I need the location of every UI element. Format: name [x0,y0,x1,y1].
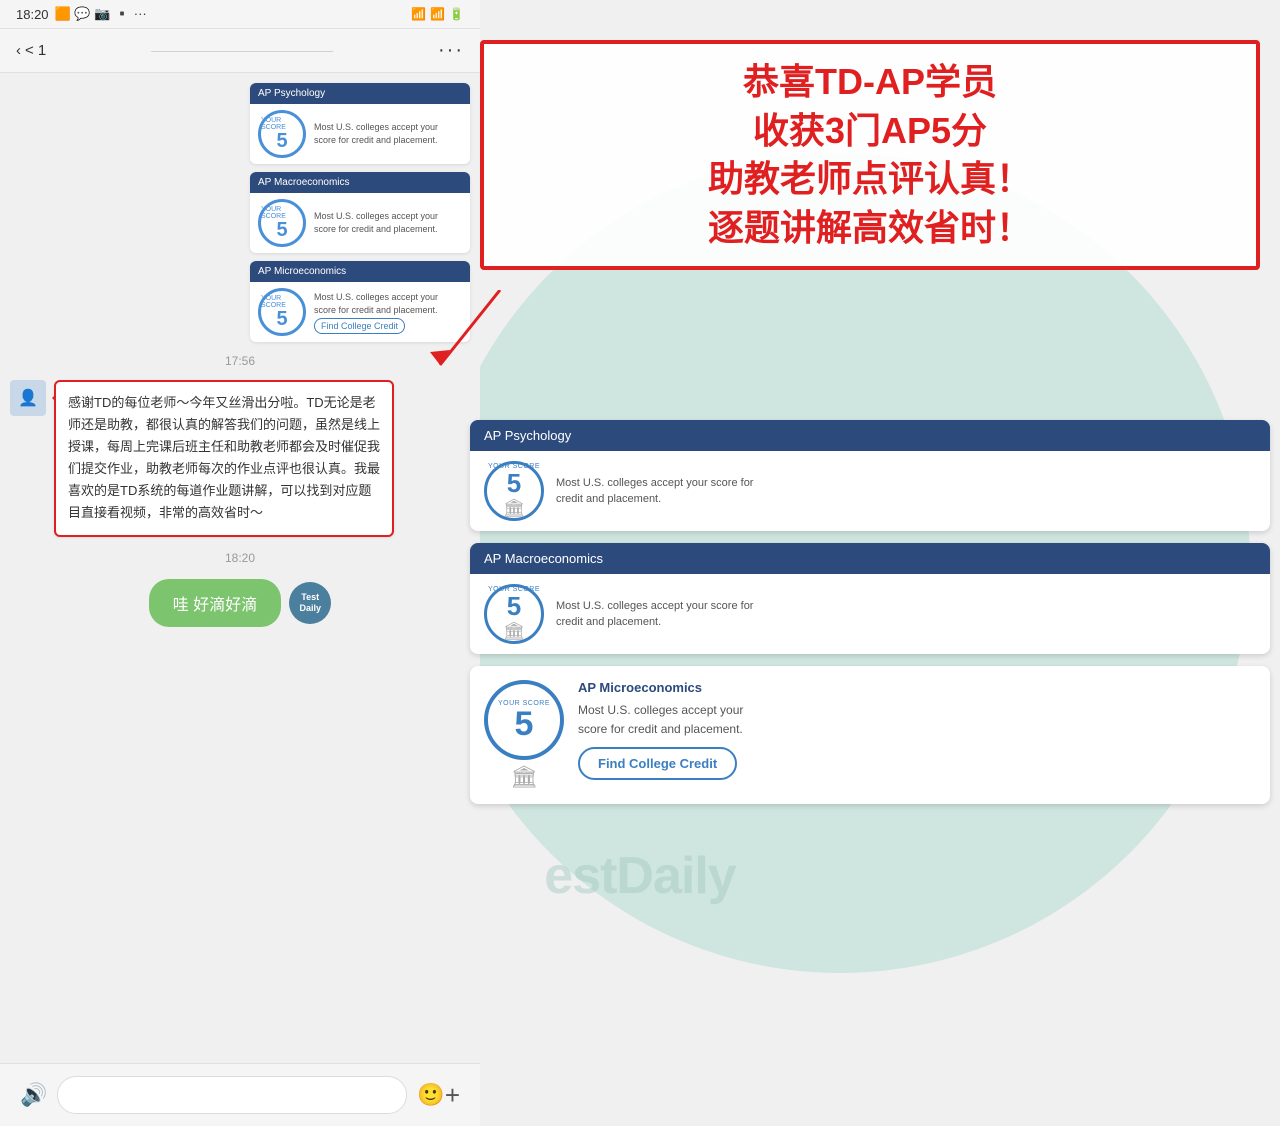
status-app-icons: 🟧 💬 📷 ▪️ ··· [55,6,147,22]
ap-micro-body: YOUR SCORE 5 Most U.S. colleges accept y… [250,282,470,342]
ap-macro-body: YOUR SCORE 5 Most U.S. colleges accept y… [250,193,470,253]
chat-content: AP Psychology YOUR SCORE 5 Most U.S. col… [0,73,480,1063]
announcement-line2: 收获3门AP5分 [502,107,1238,156]
score-number: 5 [276,131,287,151]
ap-card-header: AP Psychology [250,83,470,104]
watermark: estDaily [544,846,735,906]
phone-mockup: 18:20 🟧 💬 📷 ▪️ ··· 📶 📶 🔋 ‹ < 1 —————————… [0,0,480,1126]
score-num-macro: 5 [276,220,287,240]
nav-bar: ‹ < 1 —————————————— ··· [0,29,480,73]
message-bubble: 感谢TD的每位老师～今年又丝滑出分啦。TD无论是老师还是助教，都很认真的解答我们… [54,380,394,537]
announcement-line1: 恭喜TD-AP学员 [502,58,1238,107]
score-label-micro: YOUR SCORE [261,295,303,309]
micro-description: Most U.S. colleges accept your score for… [314,291,462,333]
ap-micro-mini-card: AP Microeconomics YOUR SCORE 5 Most U.S.… [250,261,470,342]
status-icons: 📶 📶 🔋 [411,7,464,21]
score-label-macro: YOUR SCORE [261,206,303,220]
signal-icon: 📶 [430,7,445,21]
wifi-icon: 📶 [411,7,426,21]
back-button[interactable]: ‹ < 1 [16,42,46,59]
td-logo-icon: TestDaily [289,582,331,624]
ap-micro-header: AP Microeconomics [250,261,470,282]
message-text: 感谢TD的每位老师～今年又丝滑出分啦。TD无论是老师还是助教，都很认真的解答我们… [68,395,380,520]
timestamp-1756: 17:56 [10,354,470,368]
emoji-icon[interactable]: 🙂 [417,1082,444,1108]
status-bar: 18:20 🟧 💬 📷 ▪️ ··· 📶 📶 🔋 [0,0,480,29]
score-description: Most U.S. colleges accept your score for… [314,121,462,146]
message-container: 👤 感谢TD的每位老师～今年又丝滑出分啦。TD无论是老师还是助教，都很认真的解答… [10,380,470,537]
more-button[interactable]: ··· [438,39,464,62]
score-circle-macro: YOUR SCORE 5 [258,199,306,247]
score-num-micro: 5 [276,309,287,329]
macro-description: Most U.S. colleges accept your score for… [314,210,462,235]
ap-macro-header: AP Macroeconomics [250,172,470,193]
green-bubble-row: 哇 好滴好滴 TestDaily [10,579,470,627]
battery-icon: 🔋 [449,7,464,21]
back-label: < 1 [25,42,46,59]
ap-macro-mini-card: AP Macroeconomics YOUR SCORE 5 Most U.S.… [250,172,470,253]
speaker-icon[interactable]: 🔊 [20,1082,47,1108]
status-time: 18:20 [16,7,49,22]
avatar: 👤 [10,380,46,416]
score-label: YOUR SCORE [261,117,303,131]
green-bubble: 哇 好滴好滴 [149,579,281,627]
bottom-bar: 🔊 🙂 + [0,1063,480,1126]
score-circle-mini: YOUR SCORE 5 [258,110,306,158]
ap-psychology-mini-card: AP Psychology YOUR SCORE 5 Most U.S. col… [250,83,470,164]
add-icon[interactable]: + [445,1080,460,1111]
score-circle-micro: YOUR SCORE 5 [258,288,306,336]
timestamp-1820: 18:20 [10,551,470,565]
chevron-left-icon: ‹ [16,42,21,59]
input-field[interactable] [57,1076,407,1114]
nav-title: —————————————— [46,42,438,59]
ap-card-body: YOUR SCORE 5 Most U.S. colleges accept y… [250,104,470,164]
